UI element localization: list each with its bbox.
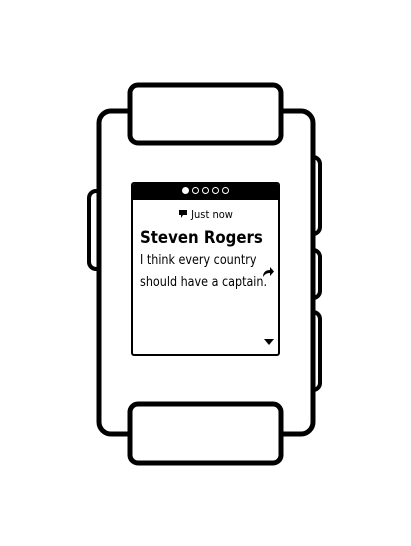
page-dot bbox=[202, 187, 209, 194]
down-arrow-icon[interactable] bbox=[264, 339, 274, 345]
page-dot bbox=[212, 187, 219, 194]
page-dot bbox=[192, 187, 199, 194]
status-bar bbox=[133, 184, 278, 200]
watch-screen: Just now Steven Rogers I think every cou… bbox=[131, 182, 280, 356]
bottom-strap bbox=[127, 401, 284, 466]
notification-meta: Just now bbox=[133, 208, 278, 222]
page-dot bbox=[222, 187, 229, 194]
notification-timestamp: Just now bbox=[191, 208, 233, 221]
speech-bubble-icon bbox=[179, 210, 188, 218]
notification-message: I think every country should have a capt… bbox=[140, 253, 268, 290]
notification-sender: Steven Rogers bbox=[140, 228, 263, 248]
page-indicator bbox=[133, 187, 278, 194]
top-strap bbox=[127, 82, 284, 146]
reply-arrow-icon[interactable] bbox=[261, 266, 275, 278]
page-dot bbox=[182, 187, 189, 194]
